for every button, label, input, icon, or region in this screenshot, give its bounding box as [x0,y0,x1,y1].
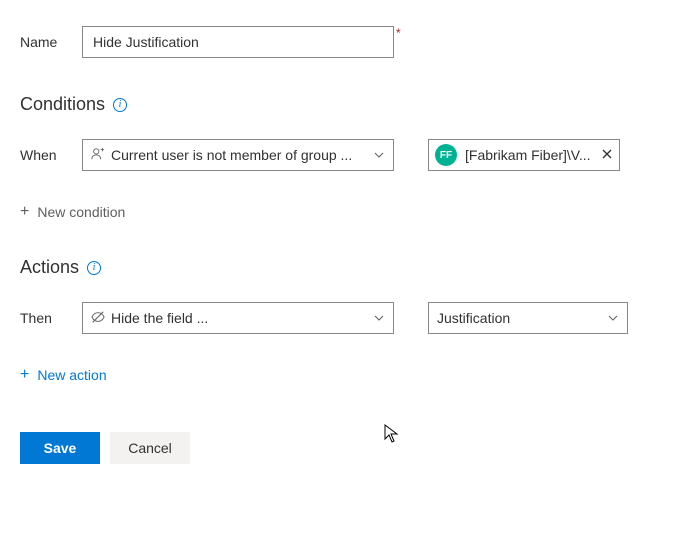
when-condition-dropdown[interactable]: Current user is not member of group ... [82,139,394,171]
name-input[interactable] [82,26,394,58]
required-mark: * [396,26,401,40]
then-label: Then [20,310,82,326]
info-icon[interactable]: i [113,98,127,112]
when-label: When [20,147,82,163]
group-chip[interactable]: FF [Fabrikam Fiber]\V... [428,139,620,171]
close-icon[interactable] [601,147,613,163]
info-icon[interactable]: i [87,261,101,275]
save-button[interactable]: Save [20,432,100,464]
when-condition-text: Current user is not member of group ... [111,147,367,163]
add-action-button[interactable]: + New action [20,366,107,384]
hide-icon [91,310,105,327]
group-chip-text: [Fabrikam Fiber]\V... [465,147,591,163]
action-dropdown[interactable]: Hide the field ... [82,302,394,334]
add-action-label: New action [37,367,106,383]
field-dropdown[interactable]: Justification [428,302,628,334]
action-dropdown-text: Hide the field ... [111,310,367,326]
chevron-down-icon [607,312,619,324]
group-avatar: FF [435,144,457,166]
conditions-header: Conditions [20,94,105,115]
add-condition-label: New condition [37,204,125,220]
person-icon [91,147,105,164]
add-condition-button[interactable]: + New condition [20,203,125,221]
name-label: Name [20,34,82,50]
chevron-down-icon [373,312,385,324]
actions-header: Actions [20,257,79,278]
chevron-down-icon [373,149,385,161]
cancel-button[interactable]: Cancel [110,432,190,464]
plus-icon: + [20,203,29,221]
field-dropdown-text: Justification [437,310,601,326]
plus-icon: + [20,366,29,384]
